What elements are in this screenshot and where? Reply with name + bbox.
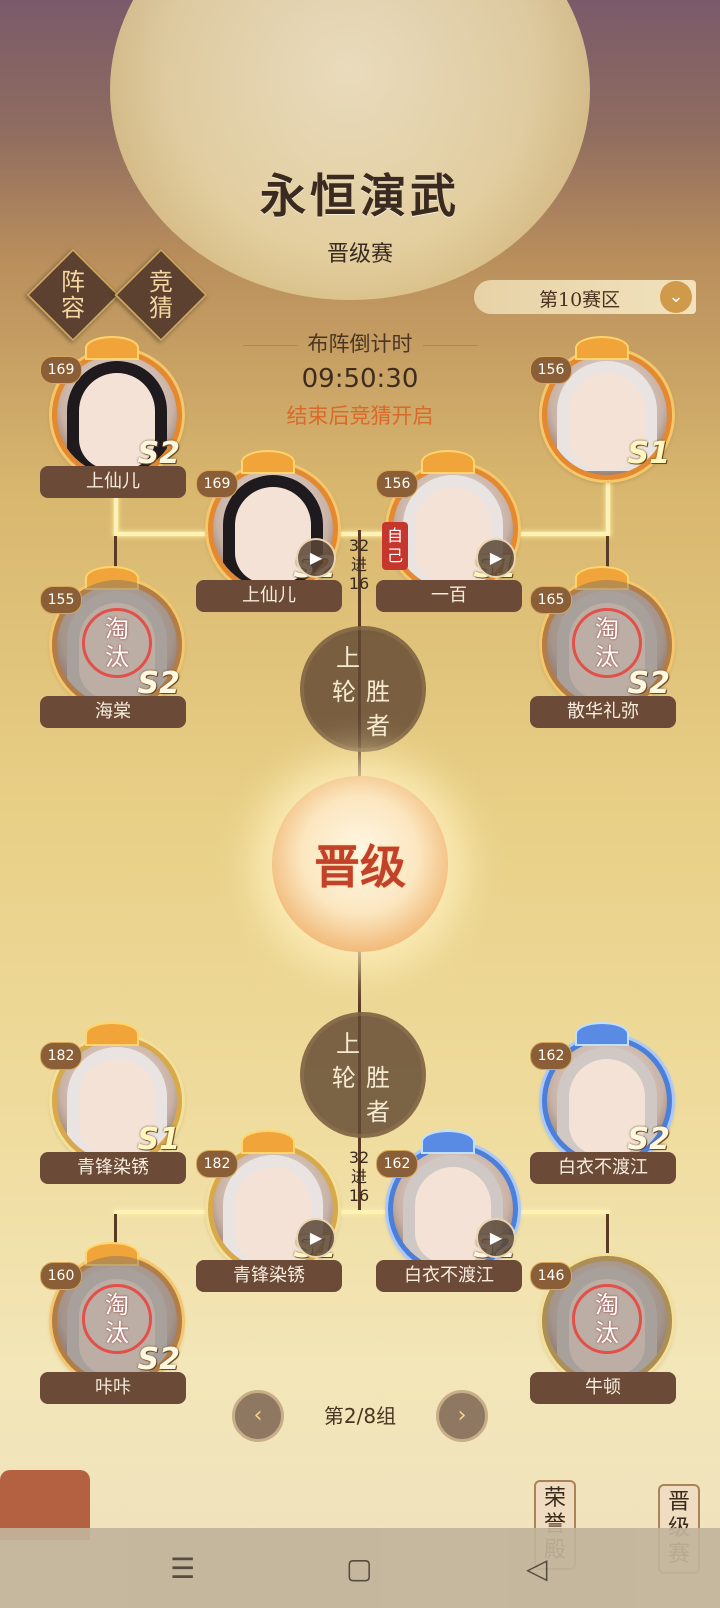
player-card[interactable]: 162 S2 白衣不渡江 (530, 1022, 680, 1186)
winner-char: 轮 (332, 678, 356, 706)
chevron-down-icon: ⌄ (660, 281, 692, 313)
player-level: 162 (530, 1042, 572, 1070)
play-replay-icon[interactable]: ▶ (296, 1218, 336, 1258)
player-name: 上仙儿 (40, 466, 186, 498)
player-name: 散华礼弥 (530, 696, 676, 728)
player-name: 青锋染锈 (40, 1152, 186, 1184)
winner-char: 胜 (366, 1064, 390, 1092)
group-indicator: 第2/8组 (323, 1404, 397, 1428)
crown-icon (241, 450, 295, 474)
system-navigation-bar: ☰ ▢ ◁ (0, 1528, 720, 1608)
promotion-emblem: 晋级 (272, 776, 448, 952)
player-level: 155 (40, 586, 82, 614)
player-level: 160 (40, 1262, 82, 1290)
zone-label: 第10赛区 (539, 289, 621, 311)
event-title: 永恒演武 (260, 169, 460, 223)
player-card[interactable]: 169 S2 ▶ 上仙儿 (196, 450, 346, 614)
home-icon[interactable]: ▢ (346, 1552, 372, 1585)
player-card[interactable]: 182 S1 ▶ 青锋染锈 (196, 1130, 346, 1294)
player-name: 海棠 (40, 696, 186, 728)
player-card[interactable]: 淘汰 165 S2 散华礼弥 (530, 566, 680, 730)
round-label: 32 进 16 (348, 1148, 370, 1205)
player-name: 一百 (376, 580, 522, 612)
player-name: 青锋染锈 (196, 1260, 342, 1292)
winner-char: 者 (366, 712, 390, 740)
crown-icon (85, 1022, 139, 1046)
winner-char: 者 (366, 1098, 390, 1126)
player-level: 162 (376, 1150, 418, 1178)
player-card[interactable]: 淘汰 155 S2 海棠 (40, 566, 190, 730)
winner-char: 上 (336, 1030, 360, 1058)
player-card[interactable]: 淘汰 146 牛顿 (530, 1256, 680, 1406)
zone-selector[interactable]: 第10赛区 ⌄ (474, 280, 696, 314)
player-card[interactable]: 182 S1 青锋染锈 (40, 1022, 190, 1186)
player-card[interactable]: 156 S1 (530, 336, 680, 500)
player-level: 146 (530, 1262, 572, 1290)
player-level: 169 (196, 470, 238, 498)
player-level: 182 (196, 1150, 238, 1178)
play-replay-icon[interactable]: ▶ (476, 1218, 516, 1258)
event-subtitle: 晋级赛 (326, 242, 393, 267)
crown-icon (421, 1130, 475, 1154)
play-replay-icon[interactable]: ▶ (476, 538, 516, 578)
player-name: 白衣不渡江 (530, 1152, 676, 1184)
crown-icon (575, 1022, 629, 1046)
menu-icon[interactable]: ☰ (170, 1552, 195, 1585)
play-replay-icon[interactable]: ▶ (296, 538, 336, 578)
crown-icon (421, 450, 475, 474)
bracket-line (114, 1210, 610, 1214)
self-tag: 自己 (382, 522, 408, 570)
winner-char: 轮 (332, 1064, 356, 1092)
eliminated-stamp: 淘汰 (572, 1284, 642, 1354)
round-label: 32 进 16 (348, 536, 370, 593)
player-level: 156 (376, 470, 418, 498)
previous-winner-disc[interactable]: 上 轮 胜 者 (300, 1012, 426, 1138)
player-level: 169 (40, 356, 82, 384)
player-card[interactable]: 156 自己 S1 ▶ 一百 (376, 450, 526, 614)
next-group-button[interactable]: › (436, 1390, 488, 1442)
winner-char: 上 (336, 644, 360, 672)
player-card[interactable]: 162 S2 ▶ 白衣不渡江 (376, 1130, 526, 1294)
player-level: 182 (40, 1042, 82, 1070)
guess-label: 竞猜 (149, 268, 173, 322)
crown-icon (85, 336, 139, 360)
player-tier: S1 (627, 436, 670, 471)
player-level: 156 (530, 356, 572, 384)
player-card[interactable]: 169 S2 上仙儿 (40, 336, 190, 500)
lineup-label: 阵容 (61, 268, 85, 322)
back-icon[interactable]: ◁ (526, 1552, 548, 1585)
player-name: 白衣不渡江 (376, 1260, 522, 1292)
player-level: 165 (530, 586, 572, 614)
player-name: 上仙儿 (196, 580, 342, 612)
crown-icon (241, 1130, 295, 1154)
previous-winner-disc[interactable]: 上 轮 胜 者 (300, 626, 426, 752)
crown-icon (575, 336, 629, 360)
winner-char: 胜 (366, 678, 390, 706)
player-card[interactable]: 淘汰 160 S2 咔咔 (40, 1242, 190, 1406)
